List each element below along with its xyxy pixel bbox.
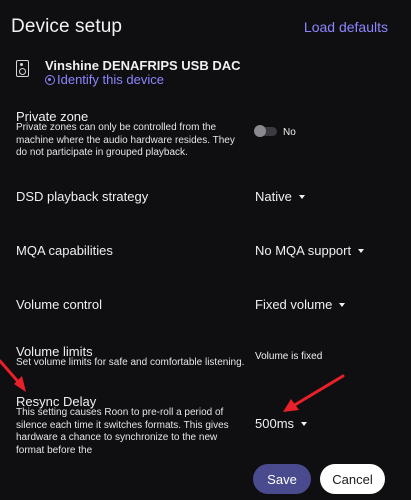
device-setup-dialog: Device setup Load defaults Vinshine DENA… [0,0,411,500]
cancel-button[interactable]: Cancel [320,464,385,494]
arrow-to-resync-value [283,374,345,412]
arrow-to-resync-label [0,359,26,392]
save-button[interactable]: Save [253,464,311,494]
annotation-arrows [0,359,345,412]
dialog-footer: Save Cancel [0,455,411,500]
